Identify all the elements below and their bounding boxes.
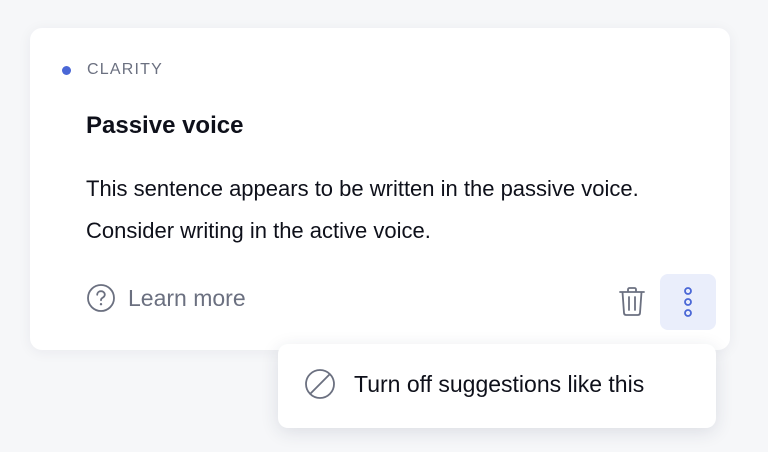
- trash-icon: [617, 285, 647, 317]
- more-options-button[interactable]: [660, 274, 716, 330]
- suggestion-title: Passive voice: [86, 112, 244, 139]
- suggestion-card: CLARITY Passive voice This sentence appe…: [30, 28, 730, 350]
- options-menu: Turn off suggestions like this: [278, 344, 716, 428]
- more-vertical-icon: [682, 287, 694, 317]
- block-icon: [304, 368, 336, 400]
- learn-more-link[interactable]: Learn more: [86, 283, 246, 313]
- category-row: CLARITY: [62, 60, 163, 80]
- category-label: CLARITY: [87, 61, 163, 78]
- suggestion-description: This sentence appears to be written in t…: [86, 176, 639, 243]
- help-circle-icon: [86, 283, 116, 313]
- menu-item-label: Turn off suggestions like this: [354, 371, 645, 397]
- delete-button[interactable]: [614, 283, 650, 319]
- menu-item-turn-off-suggestions[interactable]: Turn off suggestions like this: [304, 368, 644, 400]
- category-dot-icon: [62, 65, 71, 75]
- learn-more-label: Learn more: [128, 285, 246, 311]
